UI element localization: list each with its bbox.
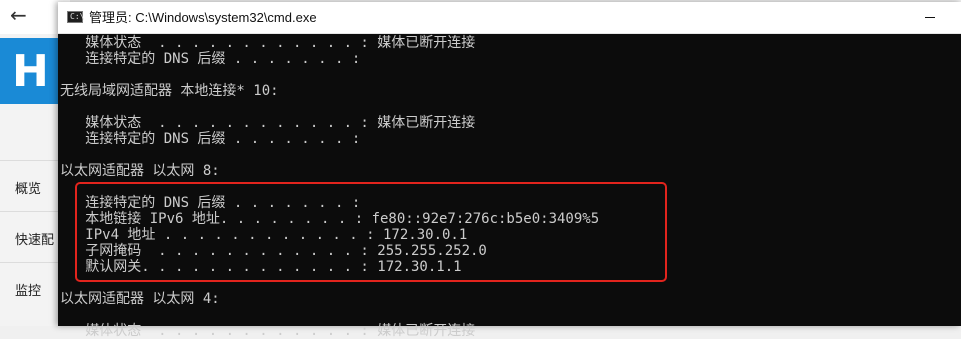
nav-item-label: 快速配 bbox=[15, 233, 55, 248]
highlight-box bbox=[75, 182, 667, 282]
minimize-button[interactable] bbox=[910, 2, 956, 33]
cmd-window[interactable]: C:\ 管理员: C:\Windows\system32\cmd.exe 媒体状… bbox=[58, 2, 961, 339]
console-line: 无线局域网适配器 本地连接* 10: bbox=[60, 83, 279, 99]
console-line: 媒体状态 . . . . . . . . . . . . : 媒体已断开连接 bbox=[60, 35, 476, 51]
nav-item-label: 概览 bbox=[15, 182, 42, 197]
nav-item-label: 监控 bbox=[15, 284, 42, 299]
arrow-left-icon[interactable]: ← bbox=[10, 3, 27, 27]
console-line: 媒体状态 . . . . . . . . . . . . : 媒体已断开连接 bbox=[60, 115, 476, 131]
console-output[interactable]: 媒体状态 . . . . . . . . . . . . : 媒体已断开连接 连… bbox=[58, 33, 961, 339]
minimize-icon bbox=[925, 17, 935, 18]
console-line: 连接特定的 DNS 后缀 . . . . . . . : bbox=[60, 131, 361, 147]
window-title: 管理员: C:\Windows\system32\cmd.exe bbox=[89, 10, 317, 25]
console-line: 媒体状态 . . . . . . . . . . . . : 媒体已断开连接 bbox=[60, 323, 476, 339]
console-line: 以太网适配器 以太网 8: bbox=[60, 163, 220, 179]
console-line: 连接特定的 DNS 后缀 . . . . . . . : bbox=[60, 51, 361, 67]
cmd-icon: C:\ bbox=[67, 11, 85, 23]
window-titlebar[interactable]: C:\ 管理员: C:\Windows\system32\cmd.exe bbox=[58, 2, 961, 34]
console-line: 以太网适配器 以太网 4: bbox=[60, 291, 220, 307]
cmd-icon-text: C:\ bbox=[70, 12, 85, 21]
brand-logo: H bbox=[12, 46, 49, 97]
